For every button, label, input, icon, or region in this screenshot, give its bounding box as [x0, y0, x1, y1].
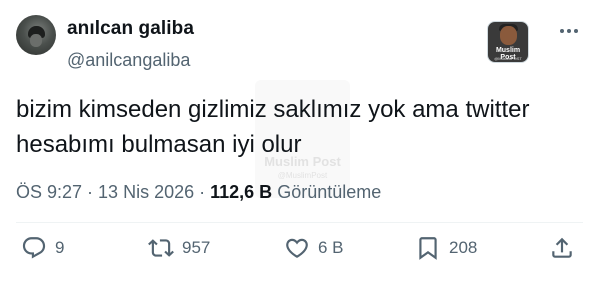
badge-face — [500, 26, 517, 45]
tweet-date[interactable]: 13 Nis 2026 — [98, 182, 194, 202]
like-count: 6 B — [318, 238, 344, 257]
share-button[interactable] — [549, 235, 575, 261]
author-name[interactable]: anılcan galiba — [67, 18, 194, 40]
badge-sublabel: @MuslimPOST — [494, 56, 522, 61]
retweet-icon — [148, 239, 174, 257]
divider — [16, 222, 583, 223]
meta-separator: · — [87, 182, 94, 202]
tweet-meta: ÖS 9:27 · 13 Nis 2026 · 112,6 B Görüntüleme — [16, 182, 381, 203]
more-icon — [560, 29, 578, 33]
avatar[interactable] — [16, 15, 56, 55]
share-icon — [552, 237, 572, 258]
avatar-face — [30, 34, 42, 47]
tweet-text-line-2: hesabımı bulmasan iyi olur — [16, 131, 302, 158]
tweet-text-line-1: bizim kimseden gizlimiz saklımız yok ama… — [16, 96, 530, 123]
retweet-button[interactable]: 957 — [148, 235, 210, 261]
bookmark-count: 208 — [449, 238, 478, 257]
tweet-time[interactable]: ÖS 9:27 — [16, 182, 82, 202]
reply-button[interactable]: 9 — [21, 235, 64, 261]
views-label: Görüntüleme — [277, 182, 382, 202]
views-count: 112,6 B — [210, 182, 273, 202]
like-icon — [286, 238, 308, 258]
like-button[interactable]: 6 B — [284, 235, 344, 261]
reply-count: 9 — [55, 238, 65, 257]
bookmark-button[interactable]: 208 — [415, 235, 477, 261]
retweet-count: 957 — [182, 238, 211, 257]
meta-separator: · — [199, 182, 206, 202]
bookmark-icon — [419, 237, 437, 260]
more-button[interactable] — [557, 21, 581, 41]
tweet-text: bizim kimseden gizlimiz saklımız yok ama… — [16, 92, 586, 162]
author-handle[interactable]: @anilcangaliba — [67, 50, 190, 71]
affiliate-badge[interactable]: Muslim Post @MuslimPOST — [487, 21, 529, 63]
reply-icon — [22, 237, 46, 259]
watermark-sublabel: @MuslimPost — [277, 171, 328, 180]
